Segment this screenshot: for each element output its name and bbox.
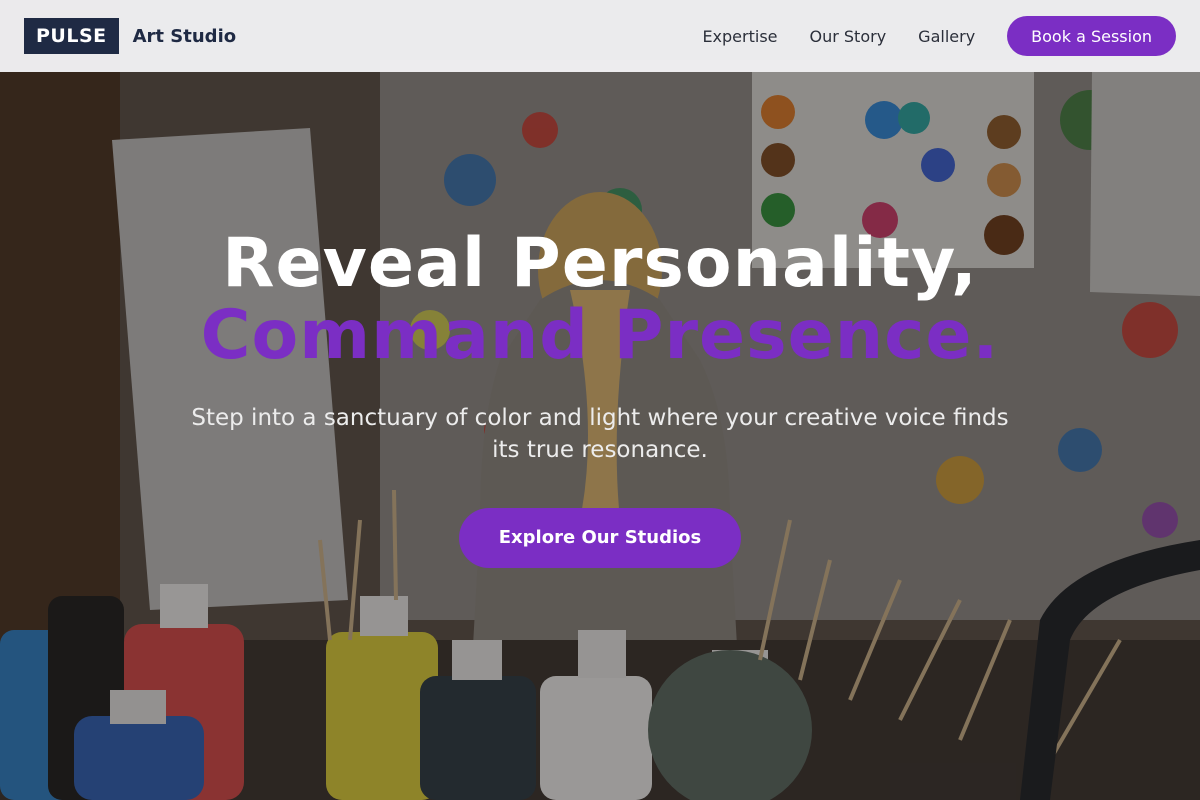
hero-subtitle: Step into a sanctuary of color and light… xyxy=(191,405,1009,463)
main-nav: Expertise Our Story Gallery Book a Sessi… xyxy=(702,16,1176,56)
hero-title-line1: Reveal Personality, xyxy=(222,224,978,303)
hero-title: Reveal Personality, Command Presence. xyxy=(0,228,1200,372)
nav-link-expertise[interactable]: Expertise xyxy=(702,27,777,46)
book-session-button[interactable]: Book a Session xyxy=(1007,16,1176,56)
hero-section: Reveal Personality, Command Presence. St… xyxy=(0,228,1200,568)
logo-badge[interactable]: PULSE xyxy=(24,18,119,54)
nav-link-gallery[interactable]: Gallery xyxy=(918,27,975,46)
nav-link-our-story[interactable]: Our Story xyxy=(810,27,887,46)
explore-studios-button[interactable]: Explore Our Studios xyxy=(458,508,742,568)
brand-name[interactable]: Art Studio xyxy=(133,26,236,47)
site-header: PULSE Art Studio Expertise Our Story Gal… xyxy=(0,0,1200,72)
hero-title-accent: Command Presence. xyxy=(200,296,1000,375)
